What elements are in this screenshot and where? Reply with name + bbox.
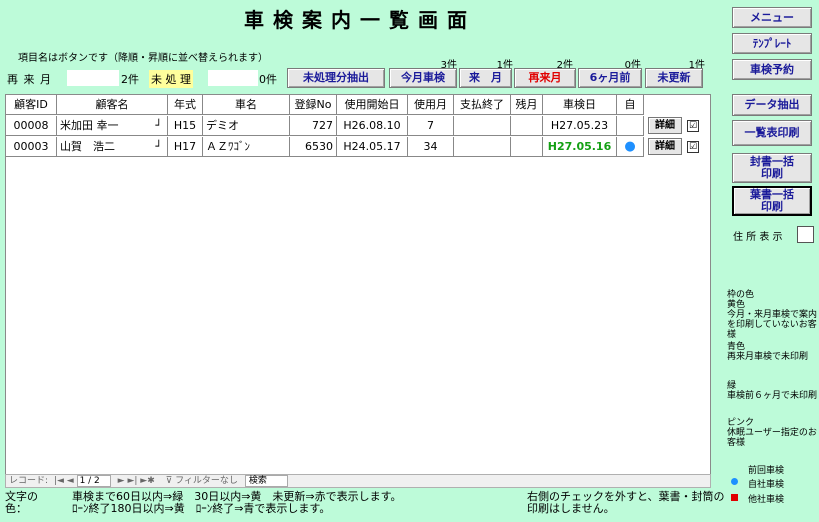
- address-display-label: 住 所 表 示: [733, 232, 783, 243]
- list-print-button[interactable]: 一覧表印刷: [732, 120, 812, 146]
- cell-id[interactable]: 00003: [6, 137, 57, 157]
- reserve-button[interactable]: 車検予約: [732, 59, 812, 80]
- cell-name[interactable]: 米加田 幸一 ┘: [57, 116, 168, 136]
- col-own[interactable]: 自: [617, 95, 644, 115]
- mishori-count-box: [208, 70, 258, 86]
- cell-own: [617, 116, 644, 136]
- own-car-dot-icon: ●: [617, 137, 644, 157]
- footer-note: 右側のチェックを外すと、葉書・封筒の印刷はしません。: [527, 490, 725, 515]
- next-month-button[interactable]: 来 月: [459, 68, 512, 88]
- record-position-input[interactable]: 1 / 2: [76, 475, 111, 487]
- search-input[interactable]: 検索: [244, 475, 288, 487]
- this-month-button[interactable]: 今月車検: [389, 68, 457, 88]
- cell-pay-end[interactable]: [454, 137, 511, 157]
- cell-name[interactable]: 山賀 浩二 ┘: [57, 137, 168, 157]
- col-model-year[interactable]: 年式: [168, 95, 203, 115]
- footer-color-label: 文字の 色：: [5, 490, 38, 515]
- cell-name-text: 山賀 浩二: [60, 140, 115, 153]
- cell-year[interactable]: H17: [168, 137, 203, 157]
- month-after-next-button[interactable]: 再来月: [514, 68, 576, 88]
- cell-remain[interactable]: [511, 137, 543, 157]
- saiki-count: 2件: [121, 73, 139, 86]
- first-record-icon[interactable]: |◄: [54, 476, 64, 486]
- cell-months[interactable]: 34: [408, 137, 454, 157]
- own-car-dot-icon: [731, 478, 738, 485]
- cell-remain[interactable]: [511, 116, 543, 136]
- data-extract-button[interactable]: データ抽出: [732, 94, 812, 116]
- col-customer-name[interactable]: 顧客名: [57, 95, 168, 115]
- unprocessed-extract-button[interactable]: 未処理分抽出: [287, 68, 385, 88]
- cell-start[interactable]: H26.08.10: [337, 116, 408, 136]
- cell-months[interactable]: 7: [408, 116, 454, 136]
- last-record-icon[interactable]: ►|: [127, 476, 137, 486]
- legend-yellow: 黄色 今月・来月車検で案内を印刷していないお客様: [727, 300, 818, 340]
- cell-shaken[interactable]: H27.05.16: [543, 137, 617, 157]
- cell-pay-end[interactable]: [454, 116, 511, 136]
- cell-reg[interactable]: 727: [290, 116, 337, 136]
- next-record-icon[interactable]: ►: [118, 476, 125, 486]
- col-payment-end[interactable]: 支払終了: [454, 95, 511, 115]
- envelope-print-button[interactable]: 封書一括 印刷: [732, 153, 812, 183]
- filter-status[interactable]: フィルターなし: [175, 476, 238, 486]
- cell-year[interactable]: H15: [168, 116, 203, 136]
- cell-start[interactable]: H24.05.17: [337, 137, 408, 157]
- cell-car[interactable]: デミオ: [203, 116, 290, 136]
- print-checkbox[interactable]: ☑: [687, 120, 699, 132]
- mishori-label: 未 処 理: [149, 70, 193, 88]
- dropdown-icon[interactable]: ┘: [155, 116, 162, 135]
- legend-frame-title: 枠の色: [727, 290, 755, 300]
- legend-own-car: 自社車検: [748, 480, 785, 490]
- cell-car[interactable]: ＡＺﾜｺﾞﾝ: [203, 137, 290, 157]
- page-title: 車検案内一覧画面: [244, 8, 476, 32]
- mishori-count: 0件: [259, 73, 277, 86]
- col-remaining[interactable]: 残月: [511, 95, 543, 115]
- record-navigator: レコード: |◄ ◄ 1 / 2 ► ►| ►✱ ⊽ フィルターなし 検索: [5, 474, 711, 488]
- legend-pink: ピンク 休眠ユーザー指定のお客様: [727, 418, 817, 448]
- postcard-print-button[interactable]: 葉書一括 印刷: [732, 186, 812, 216]
- col-customer-id[interactable]: 顧客ID: [6, 95, 57, 115]
- legend-prev-title: 前回車検: [748, 466, 785, 476]
- cell-shaken[interactable]: H27.05.23: [543, 116, 617, 136]
- detail-button[interactable]: 詳細: [648, 138, 682, 155]
- col-months-used[interactable]: 使用月: [408, 95, 454, 115]
- record-label: レコード:: [9, 476, 49, 486]
- legend-blue: 青色 再来月車検で未印刷: [727, 342, 809, 362]
- col-car-name[interactable]: 車名: [203, 95, 290, 115]
- legend-green: 緑 車検前６ヶ月で未印刷: [727, 381, 818, 401]
- cell-name-text: 米加田 幸一: [60, 119, 119, 132]
- footer-rule-2: ﾛｰﾝ終了180日以内⇒黄 ﾛｰﾝ終了⇒青で表示します。: [72, 502, 331, 515]
- prev-record-icon[interactable]: ◄: [67, 476, 74, 486]
- saiki-count-box: [67, 70, 119, 86]
- legend-other-car: 他社車検: [748, 495, 785, 505]
- address-display-checkbox[interactable]: [797, 226, 814, 243]
- customer-table: 顧客ID 顧客名 年式 車名 登録No 使用開始日 使用月 支払終了 残月 車検…: [5, 94, 711, 476]
- menu-button[interactable]: メニュー: [732, 7, 812, 28]
- cell-id[interactable]: 00008: [6, 116, 57, 136]
- filter-icon: ⊽: [165, 476, 173, 486]
- col-shaken-date[interactable]: 車検日: [543, 95, 617, 115]
- new-record-icon[interactable]: ►✱: [140, 476, 154, 486]
- other-car-square-icon: [731, 494, 738, 501]
- dropdown-icon[interactable]: ┘: [155, 137, 162, 156]
- saiki-label: 再 来 月: [7, 73, 52, 86]
- not-renewed-button[interactable]: 未更新: [645, 68, 703, 88]
- six-months-before-button[interactable]: 6ヶ月前: [578, 68, 642, 88]
- col-start-date[interactable]: 使用開始日: [337, 95, 408, 115]
- col-reg-no[interactable]: 登録No: [290, 95, 337, 115]
- cell-reg[interactable]: 6530: [290, 137, 337, 157]
- detail-button[interactable]: 詳細: [648, 117, 682, 134]
- template-button[interactable]: ﾃﾝﾌﾟﾚｰﾄ: [732, 33, 812, 54]
- print-checkbox[interactable]: ☑: [687, 141, 699, 153]
- sort-hint: 項目名はボタンです（降順・昇順に並べ替えられます）: [18, 53, 268, 64]
